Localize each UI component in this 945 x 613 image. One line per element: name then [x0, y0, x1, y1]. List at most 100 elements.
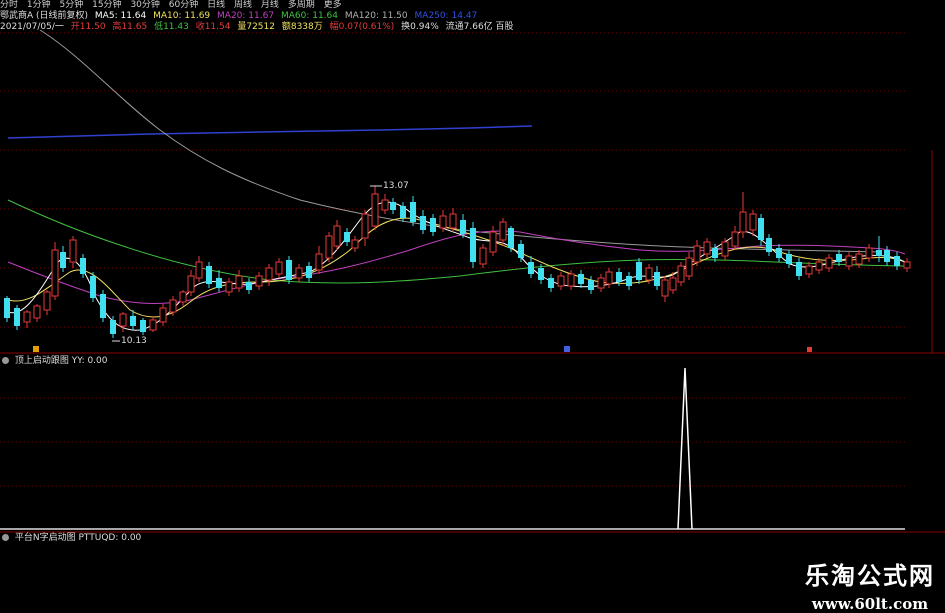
candle-up	[333, 225, 341, 247]
indicator1-title-bar: 顶上启动跟图 YY: 0.00	[2, 356, 108, 367]
candle-down	[4, 298, 10, 318]
candle-down	[528, 262, 534, 274]
candle-up	[69, 239, 77, 263]
candle-down	[344, 232, 350, 242]
candle-up	[805, 265, 813, 275]
candle-down	[470, 228, 476, 262]
candle-down	[80, 258, 86, 274]
candle-up	[351, 239, 359, 249]
candle-down	[460, 220, 466, 234]
candle-up	[693, 245, 701, 263]
candle-up	[361, 213, 369, 239]
candle-up	[295, 267, 303, 279]
candle-down	[306, 266, 312, 278]
candle-down	[786, 254, 792, 264]
candle-down	[390, 202, 396, 210]
candle-down	[776, 248, 782, 258]
candle-down	[60, 252, 66, 268]
marker-left	[33, 346, 39, 352]
indicator1-value: YY: 0.00	[71, 356, 108, 366]
candle-down	[246, 282, 252, 290]
candle-up	[265, 267, 273, 281]
candle-down	[538, 268, 544, 280]
candle-down	[616, 272, 622, 282]
candle-down	[286, 260, 292, 280]
indicator2-name[interactable]: 平台N字启动图	[15, 533, 76, 543]
chart-grid	[0, 32, 945, 533]
candle-up	[685, 257, 693, 277]
candle-up	[371, 193, 379, 227]
candle-up	[159, 307, 167, 323]
candle-up	[557, 275, 565, 287]
indicator1-spike	[677, 367, 693, 530]
candle-down	[430, 218, 436, 232]
candle-up	[255, 275, 263, 287]
candle-down	[796, 262, 802, 276]
candle-down	[400, 206, 406, 218]
candle-down	[90, 276, 96, 298]
candle-down	[884, 250, 890, 262]
candle-up	[33, 305, 41, 319]
candle-up	[597, 277, 605, 289]
candle-up	[855, 253, 863, 265]
candle-up	[605, 271, 613, 285]
indicator2-value: PTTUQD: 0.00	[78, 533, 142, 543]
candle-up	[825, 257, 833, 269]
indicator2-toggle-icon[interactable]	[2, 534, 9, 541]
candle-up	[815, 261, 823, 271]
candle-down	[206, 266, 212, 284]
marker-mid	[564, 346, 570, 352]
candle-up	[439, 215, 447, 229]
candle-up	[149, 319, 157, 331]
ma250-line	[7, 125, 533, 139]
candle-up	[381, 199, 389, 211]
candle-down	[712, 248, 718, 258]
candle-up	[23, 311, 31, 323]
marker-right	[807, 347, 812, 352]
candle-down	[578, 274, 584, 284]
candle-down	[110, 320, 116, 334]
candle-up	[315, 253, 323, 271]
watermark-name: 乐淘公式网	[805, 561, 935, 590]
candle-down	[130, 316, 136, 326]
candle-up	[661, 279, 669, 297]
candle-down	[636, 262, 642, 280]
candle-up	[169, 299, 177, 313]
candle-down	[410, 202, 416, 222]
candle-up	[669, 277, 677, 291]
candle-up	[235, 275, 243, 289]
candle-down	[140, 320, 146, 332]
candle-down	[876, 250, 882, 256]
indicator1-toggle-icon[interactable]	[2, 357, 9, 364]
candle-up	[43, 291, 51, 311]
candle-up	[721, 241, 729, 257]
candle-down	[518, 244, 524, 258]
candle-down	[216, 278, 222, 288]
candle-down	[894, 256, 900, 266]
candle-down	[758, 218, 764, 240]
indicator2-title-bar: 平台N字启动图 PTTUQD: 0.00	[2, 533, 141, 544]
candle-up	[275, 261, 283, 275]
candle-up	[479, 247, 487, 265]
candle-down	[100, 294, 106, 318]
candle-up	[677, 265, 685, 283]
candle-up	[119, 313, 127, 327]
candle-up	[739, 211, 747, 233]
candle-up	[567, 273, 575, 287]
candle-down	[626, 276, 632, 286]
candle-down	[508, 228, 514, 248]
watermark-url: www.60lt.com	[811, 595, 929, 613]
candle-up	[645, 267, 653, 281]
site-watermark: 乐淘公式网 www.60lt.com	[805, 556, 935, 613]
candle-up	[749, 213, 757, 231]
candle-down	[420, 216, 426, 230]
candle-up	[449, 213, 457, 229]
candle-down	[654, 272, 660, 286]
high-price-label: 13.07	[383, 181, 409, 191]
candle-down	[836, 254, 842, 262]
candle-up	[845, 255, 853, 267]
indicator1-name[interactable]: 顶上启动跟图	[15, 356, 69, 366]
kline-chart[interactable]	[0, 0, 945, 609]
candle-up	[179, 291, 187, 303]
low-price-label: 10.13	[121, 336, 147, 346]
